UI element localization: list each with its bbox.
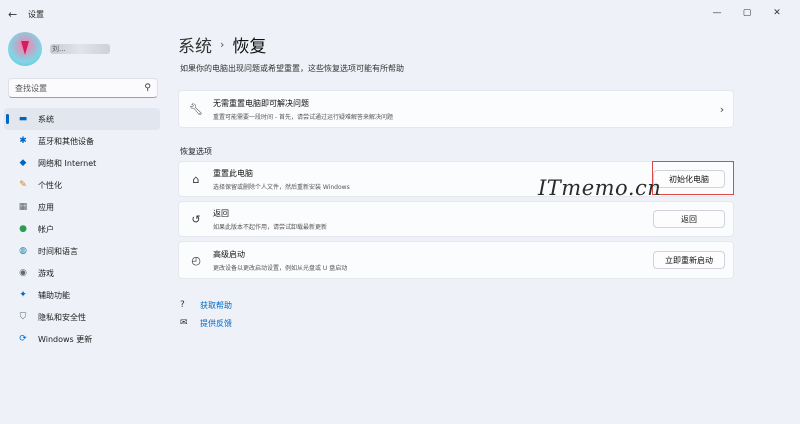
restart-now-button[interactable]: 立即重新启动 [653, 251, 725, 269]
sidebar-item-label: 个性化 [38, 180, 62, 190]
chevron-right-icon: › [719, 102, 725, 116]
bluetooth-icon: ✱ [19, 136, 27, 146]
close-button[interactable]: ✕ [762, 4, 792, 22]
get-help-label: 获取帮助 [200, 300, 232, 310]
search-box: ⚲ [8, 78, 158, 98]
watermark: ITmemo.cn [538, 176, 662, 200]
sidebar: 刘... ⚲ ▬ 系统 ✱ 蓝牙和其他设备 ◆ 网络和 Internet ✎ 个… [0, 28, 168, 424]
shield-icon: ⛉ [19, 312, 27, 322]
help-links: ? 获取帮助 ✉ 提供反馈 [180, 296, 232, 332]
advanced-startup-icon: ◴ [191, 253, 201, 267]
feedback-icon: ✉ [180, 318, 188, 328]
sidebar-item-label: 帐户 [38, 224, 54, 234]
wifi-icon: ◆ [19, 158, 27, 168]
page-subtitle: 如果你的电脑出现问题或希望重置，这些恢复选项可能有所帮助 [180, 64, 404, 73]
go-back-card: ↺ 返回 如果此版本不起作用，请尝试卸载最新更新 返回 [178, 201, 734, 237]
accessibility-icon: ✦ [19, 290, 27, 300]
wrench-icon: 🔧︎ [189, 102, 203, 116]
sidebar-item-label: 网络和 Internet [38, 158, 97, 168]
sidebar-nav: ▬ 系统 ✱ 蓝牙和其他设备 ◆ 网络和 Internet ✎ 个性化 ▦ 应用… [4, 108, 160, 350]
sidebar-item-apps[interactable]: ▦ 应用 [4, 196, 160, 218]
globe-clock-icon: ◍ [19, 246, 27, 256]
search-input[interactable] [15, 83, 145, 93]
sidebar-item-label: 系统 [38, 114, 54, 124]
search-icon[interactable]: ⚲ [144, 83, 151, 93]
give-feedback-label: 提供反馈 [200, 318, 232, 328]
sidebar-item-network[interactable]: ◆ 网络和 Internet [4, 152, 160, 174]
advanced-startup-desc: 更改设备以更改启动设置，例如从光盘或 U 盘启动 [213, 264, 348, 272]
apps-icon: ▦ [18, 202, 28, 212]
advanced-startup-card: ◴ 高级启动 更改设备以更改启动设置，例如从光盘或 U 盘启动 立即重新启动 [178, 241, 734, 279]
sidebar-item-time-language[interactable]: ◍ 时间和语言 [4, 240, 160, 262]
sidebar-item-label: 时间和语言 [38, 246, 78, 256]
sidebar-item-personalization[interactable]: ✎ 个性化 [4, 174, 160, 196]
go-back-desc: 如果此版本不起作用，请尝试卸载最新更新 [213, 223, 328, 231]
reset-pc-icon: ⌂ [192, 172, 200, 186]
sidebar-item-privacy[interactable]: ⛉ 隐私和安全性 [4, 306, 160, 328]
sidebar-item-label: 隐私和安全性 [38, 312, 86, 322]
user-name: 刘... [50, 44, 110, 54]
minimize-button[interactable]: — [702, 4, 732, 22]
section-label: 恢复选项 [180, 147, 212, 156]
breadcrumb-parent[interactable]: 系统 [178, 32, 212, 57]
update-icon: ⟳ [19, 334, 27, 344]
sidebar-item-label: Windows 更新 [38, 334, 93, 344]
title-bar: ← 设置 — ▢ ✕ [0, 0, 800, 28]
go-back-title: 返回 [213, 208, 229, 218]
fix-card-title: 无需重置电脑即可解决问题 [213, 98, 309, 108]
sidebar-item-gaming[interactable]: ◉ 游戏 [4, 262, 160, 284]
monitor-icon: ▬ [18, 114, 28, 124]
sidebar-item-windows-update[interactable]: ⟳ Windows 更新 [4, 328, 160, 350]
sidebar-item-label: 蓝牙和其他设备 [38, 136, 94, 146]
sidebar-item-bluetooth[interactable]: ✱ 蓝牙和其他设备 [4, 130, 160, 152]
sidebar-item-system[interactable]: ▬ 系统 [4, 108, 160, 130]
maximize-button[interactable]: ▢ [732, 4, 762, 22]
fix-card-desc: 重置可能需要一段时间 - 首先，请尝试通过运行疑难解答来解决问题 [213, 113, 393, 121]
app-title: 设置 [28, 9, 44, 19]
back-arrow-icon[interactable]: ← [8, 8, 20, 21]
user-profile[interactable]: 刘... [8, 32, 110, 66]
brush-icon: ✎ [19, 180, 27, 190]
history-icon: ↺ [191, 212, 201, 226]
go-back-button[interactable]: 返回 [653, 210, 725, 228]
sidebar-item-label: 辅助功能 [38, 290, 70, 300]
gamepad-icon: ◉ [19, 268, 27, 278]
sidebar-item-accounts[interactable]: ● 帐户 [4, 218, 160, 240]
breadcrumb-separator: › [220, 38, 225, 51]
fix-problems-card[interactable]: 🔧︎ 无需重置电脑即可解决问题 重置可能需要一段时间 - 首先，请尝试通过运行疑… [178, 90, 734, 128]
breadcrumb: 系统 › 恢复 [178, 32, 266, 57]
help-icon: ? [180, 300, 185, 310]
get-help-link[interactable]: ? 获取帮助 [180, 296, 232, 314]
give-feedback-link[interactable]: ✉ 提供反馈 [180, 314, 232, 332]
page-title: 恢复 [232, 37, 267, 57]
avatar [8, 32, 42, 66]
sidebar-item-label: 游戏 [38, 268, 54, 278]
sidebar-item-label: 应用 [38, 202, 54, 212]
sidebar-item-accessibility[interactable]: ✦ 辅助功能 [4, 284, 160, 306]
advanced-startup-title: 高级启动 [213, 249, 245, 259]
reset-pc-button[interactable]: 初始化电脑 [653, 170, 725, 188]
person-icon: ● [19, 224, 27, 234]
window-controls: — ▢ ✕ [702, 4, 792, 22]
